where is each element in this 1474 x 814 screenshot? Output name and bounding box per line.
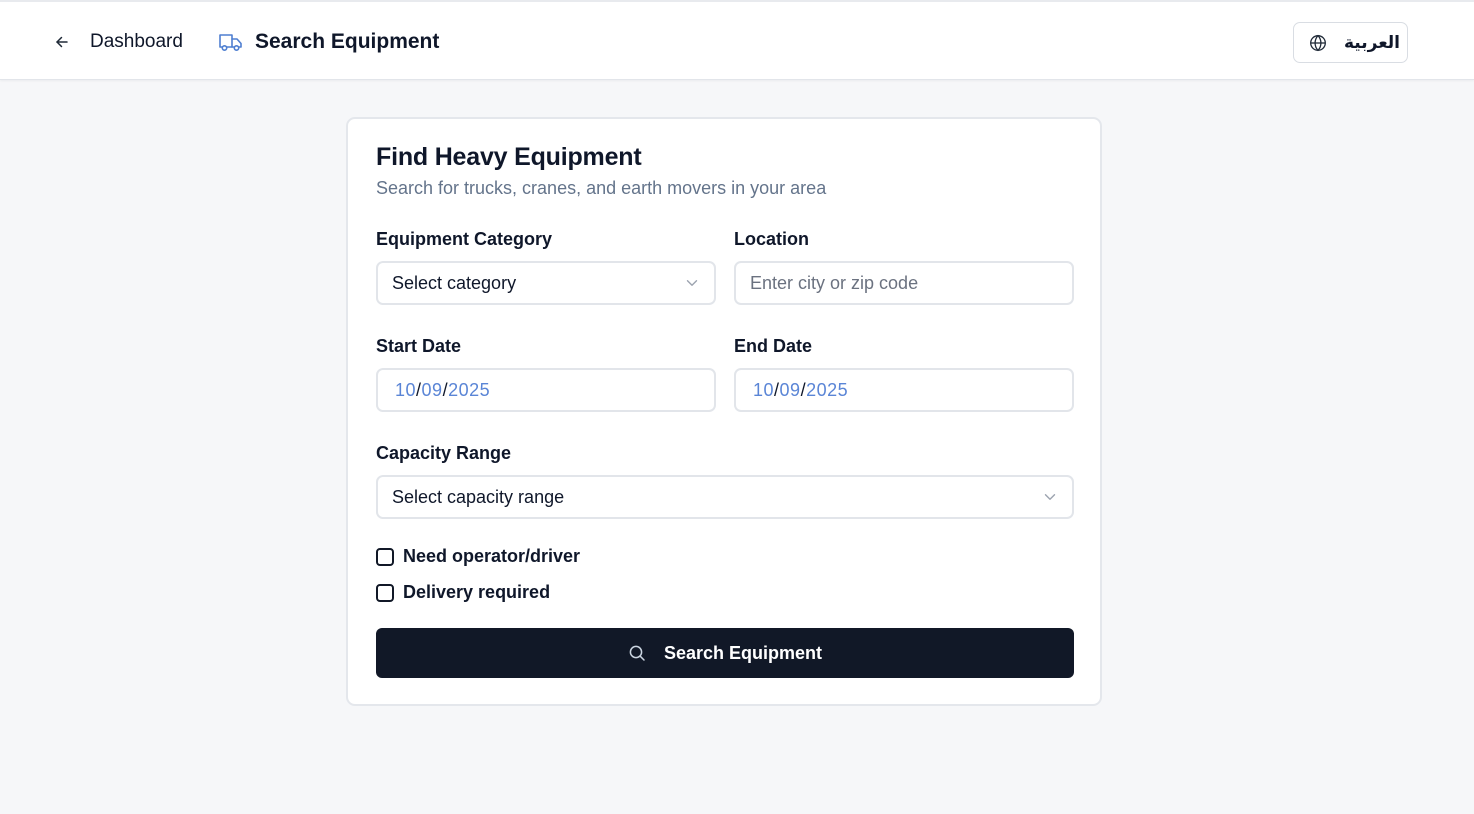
page-title: Search Equipment (255, 30, 440, 53)
delivery-checkbox[interactable] (376, 583, 394, 602)
start-date-year[interactable]: 2025 (448, 380, 490, 400)
operator-checkbox-row[interactable]: Need operator/driver (376, 546, 580, 567)
category-label: Equipment Category (376, 229, 553, 249)
end-date-value: 10/09/2025 (753, 380, 848, 401)
start-date-month[interactable]: 10 (395, 380, 416, 400)
start-date-input[interactable]: 10/09/2025 (376, 368, 716, 412)
form-subtitle: Search for trucks, cranes, and earth mov… (376, 178, 827, 198)
search-icon (628, 644, 646, 662)
globe-icon (1309, 34, 1327, 52)
delivery-checkbox-row[interactable]: Delivery required (376, 582, 550, 603)
category-select[interactable]: Select category (376, 261, 716, 305)
end-date-label: End Date (734, 336, 813, 356)
capacity-select[interactable]: Select capacity range (376, 475, 1074, 519)
capacity-label: Capacity Range (376, 443, 512, 463)
top-bar: Dashboard Search Equipment العربية (0, 0, 1474, 80)
page-title-group: Search Equipment (218, 26, 439, 58)
operator-checkbox[interactable] (376, 547, 394, 566)
start-date-day[interactable]: 09 (422, 380, 443, 400)
category-select-value: Select category (392, 272, 517, 293)
end-date-day[interactable]: 09 (780, 380, 801, 400)
back-to-dashboard-link[interactable]: Dashboard (52, 26, 183, 58)
location-input[interactable] (734, 261, 1074, 305)
chevron-down-icon (1044, 490, 1058, 504)
delivery-checkbox-label: Delivery required (403, 582, 551, 602)
search-button-label: Search Equipment (663, 642, 823, 663)
arrow-left-icon (52, 32, 72, 52)
location-label: Location (734, 229, 809, 249)
end-date-input[interactable]: 10/09/2025 (734, 368, 1074, 412)
search-equipment-button[interactable]: Search Equipment (376, 628, 1074, 678)
back-link-label: Dashboard (90, 31, 183, 52)
start-date-value: 10/09/2025 (395, 380, 490, 401)
operator-checkbox-label: Need operator/driver (403, 546, 581, 566)
form-title: Find Heavy Equipment (376, 143, 642, 171)
end-date-month[interactable]: 10 (753, 380, 774, 400)
end-date-year[interactable]: 2025 (806, 380, 848, 400)
chevron-down-icon (686, 276, 700, 290)
language-toggle-label: العربية (1344, 32, 1401, 53)
truck-icon (218, 29, 244, 55)
capacity-select-value: Select capacity range (392, 486, 565, 507)
start-date-label: Start Date (376, 336, 462, 356)
search-form-card: Find Heavy Equipment Search for trucks, … (346, 117, 1102, 706)
language-toggle-button[interactable]: العربية (1293, 22, 1408, 63)
